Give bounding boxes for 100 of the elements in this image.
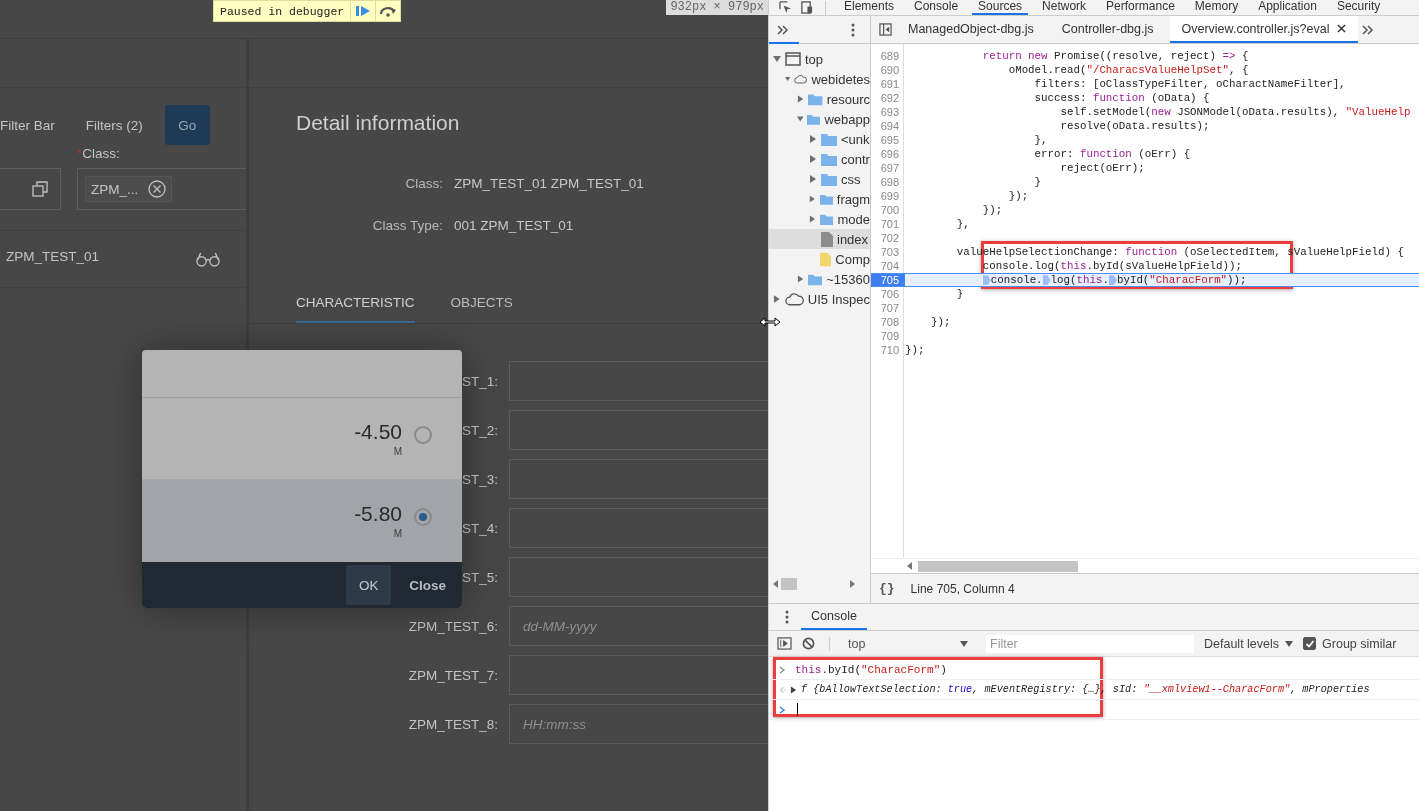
line-number[interactable]: 690 [871,64,905,76]
line-number[interactable]: 694 [871,120,905,132]
radio-button[interactable] [414,425,432,444]
class-token[interactable]: ZPM_... [85,176,173,202]
line-number[interactable]: 701 [871,218,905,230]
collapsed-arrow-icon[interactable] [809,135,817,143]
input-field[interactable]: dd-MM-yyyy [509,606,768,646]
log-levels-dropdown[interactable]: Default levels [1204,636,1294,651]
line-number[interactable]: 708 [871,316,905,328]
more-options-icon[interactable] [851,22,855,37]
expanded-arrow-icon[interactable] [773,55,781,63]
context-dropdown[interactable]: top [844,636,976,651]
input-field[interactable] [509,557,768,597]
collapsed-arrow-icon[interactable] [809,155,817,163]
line-number[interactable]: 695 [871,134,905,146]
input-field[interactable]: HH:mm:ss [509,704,768,744]
go-button[interactable]: Go [164,105,210,145]
line-number[interactable]: 697 [871,162,905,174]
tree-item[interactable]: <unk [769,129,870,149]
filter-bar-button[interactable]: Filter Bar [0,117,55,133]
tree-item[interactable]: Comp [769,249,870,269]
option-list-item[interactable]: -5.80 M [142,480,462,562]
tree-item[interactable]: index [769,229,870,249]
remove-token-icon[interactable] [148,180,167,198]
file-tab[interactable]: Controller-dbg.js [1049,16,1166,43]
more-options-icon[interactable] [785,610,789,624]
devtools-tab[interactable]: Console [908,0,965,15]
more-tabs-icon[interactable] [777,24,789,35]
collapsed-arrow-icon[interactable] [809,175,817,183]
input-field[interactable] [509,410,768,450]
inspect-icon[interactable] [779,1,792,14]
file-tab[interactable]: ManagedObject-dbg.js [896,16,1046,43]
line-number[interactable]: 692 [871,92,905,104]
devtools-tab[interactable]: Network [1036,0,1093,15]
collapsed-arrow-icon[interactable] [797,275,805,283]
tree-item[interactable]: top [769,49,870,69]
radio-button[interactable] [414,507,432,526]
scrollbar-thumb[interactable] [781,578,797,590]
close-button[interactable]: Close [399,565,456,605]
line-number[interactable]: 704 [871,260,905,272]
filter-field[interactable]: Filter [986,634,1194,653]
devtools-tab[interactable]: Application [1252,0,1323,15]
input-field[interactable] [509,361,768,401]
line-number[interactable]: 696 [871,148,905,160]
scroll-left-arrow-icon[interactable] [773,580,778,588]
input-field[interactable] [509,459,768,499]
tree-item[interactable]: webidetes [769,69,870,89]
line-number[interactable]: 698 [871,176,905,188]
scroll-left-arrow-icon[interactable] [907,562,912,570]
tab[interactable]: OBJECTS [450,295,513,323]
execution-line-number[interactable]: 705 [871,274,905,286]
tab[interactable]: CHARACTERISTIC [296,295,415,323]
line-number[interactable]: 689 [871,50,905,62]
devtools-tab[interactable]: Performance [1100,0,1181,15]
scrollbar-thumb[interactable] [918,560,1078,572]
line-number[interactable]: 703 [871,246,905,258]
pretty-print-button[interactable]: {} [879,581,895,596]
input-field[interactable] [509,508,768,548]
expand-arrow-icon[interactable] [790,685,797,694]
line-number[interactable]: 693 [871,106,905,118]
result-list-item[interactable]: ZPM_TEST_01 [0,230,246,288]
more-tabs-icon[interactable] [1362,24,1375,35]
line-number[interactable]: 691 [871,78,905,90]
collapsed-arrow-icon[interactable] [809,195,816,203]
filter-input-field[interactable] [0,168,61,210]
tree-item[interactable]: fragm [769,189,870,209]
devtools-tab[interactable]: Security [1330,0,1387,15]
sidebar-toggle-icon[interactable] [777,637,792,650]
devtools-tab[interactable]: Memory [1188,0,1245,15]
scroll-right-arrow-icon[interactable] [850,580,855,588]
line-number[interactable]: 702 [871,232,905,244]
checkbox[interactable] [1303,637,1317,650]
input-field[interactable] [509,655,768,695]
devtools-tab[interactable]: Elements [838,0,901,15]
line-number[interactable]: 699 [871,190,905,202]
device-toggle-icon[interactable] [800,1,813,14]
expanded-arrow-icon[interactable] [797,115,804,123]
file-tab[interactable]: Overview.controller.js?eval [1169,16,1359,43]
filter-bar-button[interactable]: Filters (2) [85,117,143,133]
tree-item[interactable]: mode [769,209,870,229]
close-icon[interactable] [1337,24,1347,33]
collapsed-arrow-icon[interactable] [797,95,805,103]
line-number[interactable]: 700 [871,204,905,216]
line-number[interactable]: 707 [871,302,905,314]
ok-button[interactable]: OK [346,565,392,605]
glasses-icon[interactable] [196,251,220,267]
line-number[interactable]: 709 [871,330,905,342]
tree-item[interactable]: webapp [769,109,870,129]
tree-item[interactable]: contr [769,149,870,169]
expanded-arrow-icon[interactable] [785,75,791,83]
clear-console-icon[interactable] [802,637,815,650]
collapsed-arrow-icon[interactable] [809,215,816,223]
tree-item[interactable]: css [769,169,870,189]
tree-item[interactable]: resourc [769,89,870,109]
line-number[interactable]: 706 [871,288,905,300]
tree-item[interactable]: UI5 Inspec [769,289,870,309]
class-input-field[interactable]: ZPM_... [77,168,246,210]
collapsed-arrow-icon[interactable] [773,295,781,303]
toggle-navigator-icon[interactable] [879,23,892,36]
line-number[interactable]: 710 [871,344,905,356]
